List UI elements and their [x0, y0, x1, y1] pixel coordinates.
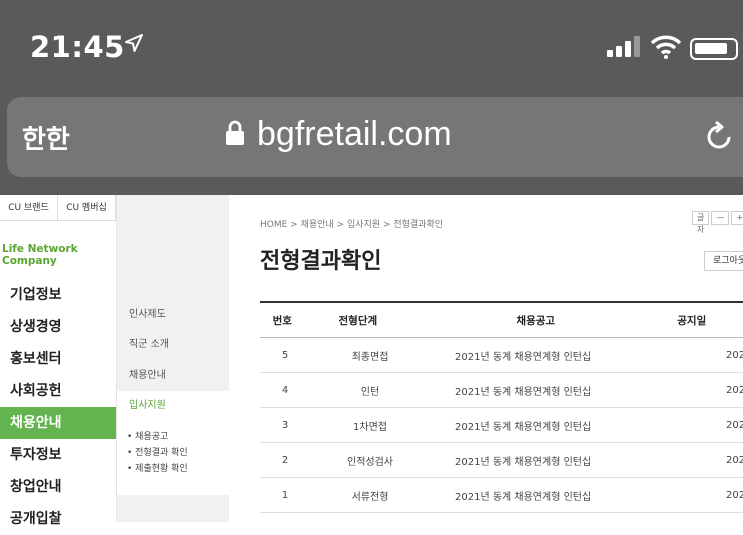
table-row[interactable]: 4 인턴 2021년 동계 채용연계형 인턴십 2021/03/ [260, 373, 743, 408]
cell-number: 5 [281, 349, 289, 361]
cell-number: 1 [281, 489, 289, 501]
cell-stage: 1차면접 [353, 421, 387, 433]
subnav-bullet-list: • 채용공고 • 전형결과 확인 • 제출현황 확인 [117, 419, 229, 495]
main-navigation: CU 브랜드 CU 멤버십 Life Network Company 기업정보 … [0, 195, 117, 527]
font-size-label: 글자 [692, 211, 710, 234]
cell-stage: 인적성검사 [347, 456, 393, 468]
logout-button[interactable]: 로그아웃 [704, 251, 743, 271]
table-row[interactable]: 5 최종면접 2021년 동계 채용연계형 인턴십 2021/03/ [260, 338, 743, 373]
cell-date: 2021/03/ [726, 384, 743, 396]
cell-posting: 2021년 동계 채용연계형 인턴십 [455, 386, 592, 398]
reader-text-size-button[interactable]: 한한 [22, 119, 70, 156]
domain-text: bgfretail.com [257, 115, 452, 153]
nav-item-franchise[interactable]: 창업안내 [0, 471, 116, 503]
nav-item-public-bidding[interactable]: 공개입찰 [0, 503, 116, 535]
table-row[interactable]: 1 서류전형 2021년 동계 채용연계형 인턴십 2020/12/ [260, 478, 743, 513]
address-bar[interactable]: 한한 bgfretail.com [7, 97, 743, 177]
sub-navigation: 인사제도 직군 소개 채용안내 입사지원 • 채용공고 • 전형결과 확인 • … [117, 195, 229, 522]
status-bar: 21:45 [0, 0, 743, 95]
reload-icon[interactable] [703, 121, 735, 153]
tagline: Life Network Company [2, 243, 78, 267]
table-header-row: 번호 전형단계 채용공고 공지일 [260, 303, 743, 338]
nav-item-investor-info[interactable]: 투자정보 [0, 439, 116, 471]
subnav-link-job-postings[interactable]: • 채용공고 [127, 429, 219, 445]
cellular-signal-icon [607, 36, 640, 57]
subnav-item-job-groups[interactable]: 직군 소개 [117, 330, 229, 360]
subnav-item-hr-system[interactable]: 인사제도 [117, 300, 229, 330]
cell-date: 2021/03/ [726, 349, 743, 361]
cell-posting: 2021년 동계 채용연계형 인턴십 [455, 491, 592, 503]
page-title: 전형결과확인 [260, 249, 382, 274]
cell-number: 4 [281, 384, 289, 396]
cell-number: 2 [281, 454, 289, 466]
battery-icon [690, 38, 738, 60]
tab-cu-membership[interactable]: CU 멤버십 [58, 195, 116, 220]
font-decrease-button[interactable]: — [711, 211, 730, 225]
header-stage: 전형단계 [338, 314, 378, 327]
cell-stage: 서류전형 [351, 491, 389, 503]
location-arrow-icon [125, 34, 143, 52]
nav-item-social-contribution[interactable]: 사회공헌 [0, 375, 116, 407]
nav-item-pr-center[interactable]: 홍보센터 [0, 343, 116, 375]
breadcrumb: HOME > 채용안내 > 입사지원 > 전형결과확인 [260, 220, 444, 230]
cell-stage: 인턴 [360, 386, 380, 398]
table-row[interactable]: 2 인적성검사 2021년 동계 채용연계형 인턴십 2021/01/ [260, 443, 743, 478]
header-number: 번호 [272, 314, 292, 327]
cell-date: 2021/01/ [726, 454, 743, 466]
subnav-item-recruit-guide[interactable]: 채용안내 [117, 361, 229, 391]
subnav-item-apply[interactable]: 입사지원 [117, 391, 229, 421]
nav-item-company-info[interactable]: 기업정보 [0, 279, 116, 311]
cell-date: 2021/01/ [726, 419, 743, 431]
tab-cu-brand[interactable]: CU 브랜드 [0, 195, 58, 220]
subnav-link-results[interactable]: • 전형결과 확인 [127, 445, 219, 461]
lock-icon [226, 120, 244, 145]
wifi-icon [650, 35, 682, 59]
url-display[interactable]: bgfretail.com [226, 115, 452, 154]
table-row[interactable]: 3 1차면접 2021년 동계 채용연계형 인턴십 2021/01/ [260, 408, 743, 443]
nav-item-shared-growth[interactable]: 상생경영 [0, 311, 116, 343]
nav-item-recruitment[interactable]: 채용안내 [0, 407, 116, 439]
web-page: CU 브랜드 CU 멤버십 Life Network Company 기업정보 … [0, 195, 743, 527]
cell-posting: 2021년 동계 채용연계형 인턴십 [455, 351, 592, 363]
cell-date: 2020/12/ [726, 489, 743, 501]
font-size-controls: 글자 — + [692, 211, 743, 234]
cell-number: 3 [281, 419, 289, 431]
header-date: 공지일 [677, 314, 707, 327]
cell-stage: 최종면접 [351, 351, 389, 363]
brand-tabs: CU 브랜드 CU 멤버십 [0, 195, 116, 221]
clock: 21:45 [30, 30, 125, 64]
font-increase-button[interactable]: + [731, 211, 743, 225]
subnav-link-submissions[interactable]: • 제출현황 확인 [127, 461, 219, 477]
main-content: HOME > 채용안내 > 입사지원 > 전형결과확인 글자 — + 전형결과확… [229, 195, 743, 522]
cell-posting: 2021년 동계 채용연계형 인턴십 [455, 421, 592, 433]
results-table: 번호 전형단계 채용공고 공지일 5 최종면접 2021년 동계 채용연계형 인… [260, 301, 743, 513]
cell-posting: 2021년 동계 채용연계형 인턴십 [455, 456, 592, 468]
header-posting: 채용공고 [516, 314, 556, 327]
